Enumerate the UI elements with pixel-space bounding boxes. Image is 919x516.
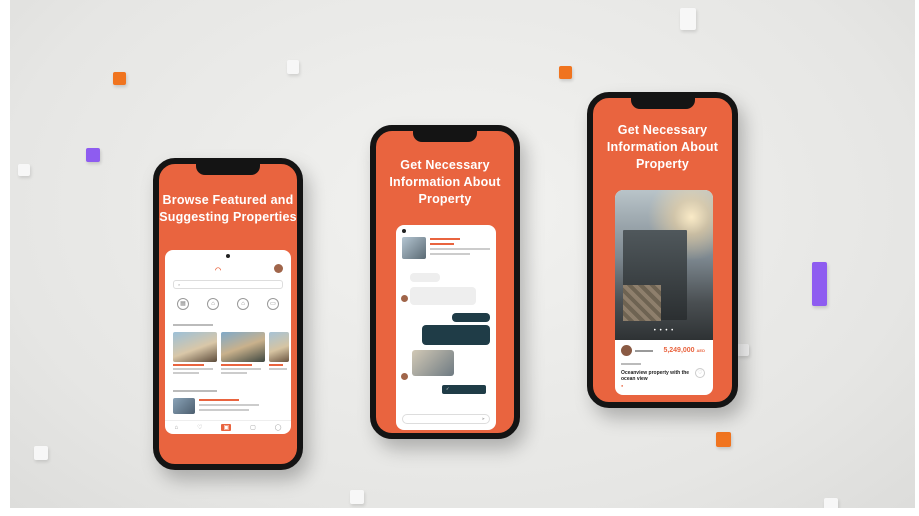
card-line	[173, 372, 200, 374]
camera-dot	[402, 229, 406, 233]
image-message[interactable]	[412, 350, 454, 376]
title-line: Get Necessary	[617, 123, 708, 137]
chat-bubble-incoming	[410, 287, 476, 305]
title-line: Suggesting Properties	[159, 210, 297, 224]
white-cube	[737, 344, 749, 356]
search-icon: ⌕	[178, 282, 181, 287]
land-icon: ▭	[267, 298, 279, 310]
section-heading	[173, 390, 217, 392]
phone-notch	[630, 98, 695, 109]
avatar	[401, 295, 408, 302]
profile-icon[interactable]: ◯	[275, 424, 282, 431]
category-row: ▦ ⌂ ⌂ ▭	[173, 298, 283, 311]
card-line	[173, 364, 204, 366]
message-input[interactable]: ➤	[402, 414, 490, 424]
house-icon: ⌂	[207, 298, 219, 310]
orange-cube	[559, 66, 572, 79]
card-line	[269, 368, 287, 370]
phone-browse: Browse Featured and Suggesting Propertie…	[153, 158, 303, 470]
property-image	[221, 332, 265, 362]
heart-icon[interactable]: ♡	[695, 368, 705, 378]
phone-notch	[196, 164, 260, 175]
white-cube	[680, 8, 696, 30]
list-item[interactable]	[173, 398, 283, 414]
chat-bubble-outgoing	[452, 313, 490, 322]
agent-info[interactable]	[621, 345, 653, 356]
property-summary-text	[430, 237, 490, 261]
heart-icon[interactable]: ♡	[197, 424, 202, 431]
property-location: ●	[621, 384, 623, 388]
check-icon: ✓	[446, 387, 450, 391]
avatar	[401, 373, 408, 380]
section-heading	[173, 324, 213, 326]
property-type	[621, 363, 641, 365]
property-image	[269, 332, 289, 362]
card-line	[173, 368, 213, 370]
property-image	[173, 332, 217, 362]
property-card[interactable]	[221, 332, 265, 374]
white-cube	[18, 164, 30, 176]
category-item[interactable]: ▦	[173, 298, 193, 311]
phone-title: Get Necessary Information About Property	[593, 122, 732, 173]
search-input[interactable]: ⌕	[173, 280, 283, 289]
white-cube	[34, 446, 48, 460]
phone-title: Browse Featured and Suggesting Propertie…	[159, 192, 297, 226]
building-icon: ▦	[177, 298, 189, 310]
home-icon[interactable]: ⌂	[174, 425, 178, 431]
title-line: Property	[418, 192, 472, 206]
property-name: Oceanview property with the ocean view	[621, 370, 690, 382]
purple-cube	[812, 262, 827, 306]
orange-cube	[113, 72, 126, 85]
title-line: Property	[635, 157, 689, 171]
chat-icon[interactable]: ▢	[250, 424, 256, 431]
category-item[interactable]: ▭	[263, 298, 283, 311]
location-pin-icon: ●	[621, 384, 624, 388]
card-line	[221, 368, 261, 370]
phone-title: Get Necessary Information About Property	[376, 157, 514, 208]
property-image	[402, 237, 426, 259]
agent-name	[635, 349, 653, 352]
title-line: Information About	[606, 140, 719, 154]
category-item[interactable]: ⌂	[233, 298, 253, 311]
title-line: Information About	[389, 175, 501, 189]
avatar[interactable]	[274, 264, 283, 273]
property-card[interactable]	[269, 332, 289, 374]
camera-dot	[226, 254, 230, 258]
app-screen: ◠ ⌕ ▦ ⌂ ⌂ ▭ ⌂ ♡ ▣ ▢ ◯	[165, 250, 291, 434]
property-image	[173, 398, 195, 414]
white-cube	[350, 490, 364, 504]
action-button[interactable]: ✓	[442, 385, 486, 394]
villa-icon: ⌂	[237, 298, 249, 310]
send-icon[interactable]: ➤	[482, 415, 485, 423]
purple-cube	[86, 148, 100, 162]
chat-bubble-outgoing	[422, 325, 490, 345]
app-screen: ✓ ➤	[396, 225, 496, 430]
app-logo: ◠	[215, 267, 222, 274]
agent-avatar	[621, 345, 632, 356]
app-screen: • • • • 5,249,000 AED Oceanview property…	[615, 190, 713, 395]
white-cube	[287, 60, 299, 74]
bottom-nav: ⌂ ♡ ▣ ▢ ◯	[165, 420, 291, 434]
phone-detail: Get Necessary Information About Property…	[587, 92, 738, 408]
title-line: Get Necessary	[400, 158, 490, 172]
listing-icon[interactable]: ▣	[221, 424, 232, 431]
featured-cards	[173, 332, 289, 374]
chat-bubble-incoming	[410, 273, 440, 282]
card-line	[269, 364, 283, 366]
title-line: Browse Featured and	[162, 193, 294, 207]
list-item-text	[199, 398, 283, 414]
property-price: 5,249,000 AED	[663, 347, 705, 354]
card-line	[221, 364, 252, 366]
category-item[interactable]: ⌂	[203, 298, 223, 311]
phone-notch	[413, 131, 477, 142]
property-summary[interactable]	[402, 237, 490, 261]
card-line	[221, 372, 248, 374]
white-cube	[824, 498, 838, 510]
phone-chat: Get Necessary Information About Property…	[370, 125, 520, 439]
stone-wall	[623, 285, 661, 321]
property-card[interactable]	[173, 332, 217, 374]
orange-cube	[716, 432, 731, 447]
carousel-dots[interactable]: • • • •	[615, 328, 713, 334]
